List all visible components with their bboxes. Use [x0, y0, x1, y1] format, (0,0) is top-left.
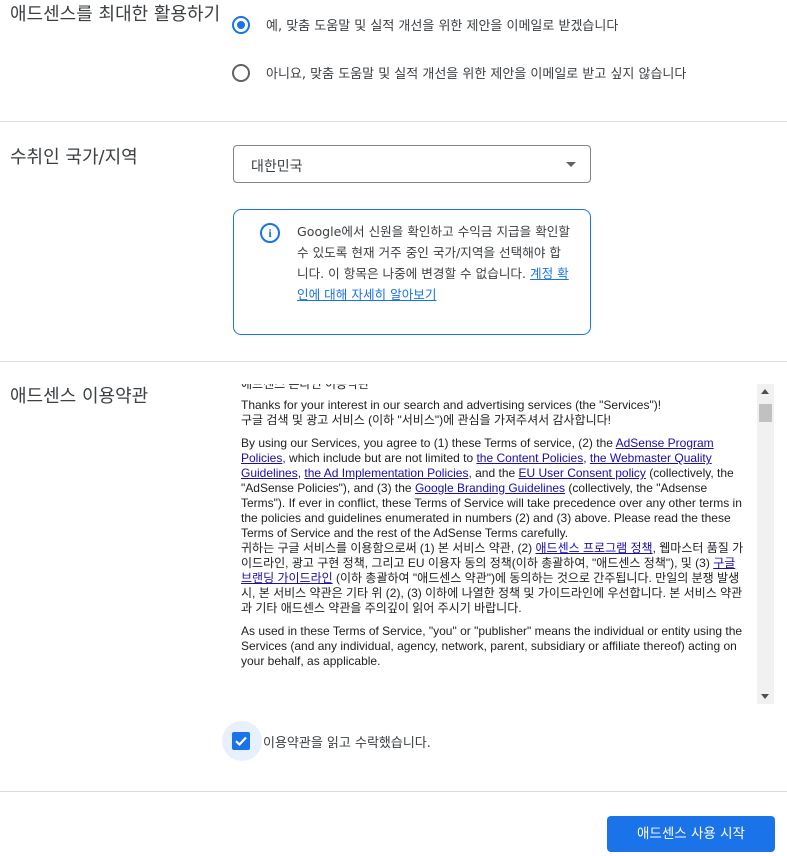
start-adsense-button[interactable]: 애드센스 사용 시작: [607, 816, 775, 852]
info-icon: i: [260, 223, 280, 243]
terms-text: , which include but are not limited to: [282, 451, 477, 465]
radio-unselected-icon[interactable]: [232, 63, 250, 82]
terms-scrollbar[interactable]: [757, 384, 774, 704]
country-info-text: Google에서 신원을 확인하고 수익금 지급을 확인할 수 있도록 현재 거…: [297, 221, 572, 305]
terms-intro-ko: 구글 검색 및 광고 서비스 (이하 "서비스")에 관심을 가져주셔서 감사합…: [241, 413, 612, 427]
scroll-down-arrow-icon[interactable]: [761, 694, 769, 699]
content-policies-link[interactable]: the Content Policies: [476, 451, 583, 465]
terms-text: , and the: [468, 466, 519, 480]
country-info-box: i Google에서 신원을 확인하고 수익금 지급을 확인할 수 있도록 현재…: [233, 209, 591, 335]
radio-yes-label[interactable]: 예, 맞춤 도움말 및 실적 개선을 위한 제안을 이메일로 받겠습니다: [266, 15, 618, 34]
ad-implementation-policies-link[interactable]: the Ad Implementation Policies: [304, 466, 468, 480]
terms-intro: Thanks for your interest in our search a…: [241, 398, 747, 428]
checkmark-icon: [235, 736, 247, 747]
radio-no-label[interactable]: 아니요, 맞춤 도움말 및 실적 개선을 위한 제안을 이메일로 받고 싶지 않…: [266, 63, 686, 82]
scroll-up-arrow-icon[interactable]: [761, 389, 769, 394]
country-section-title: 수취인 국가/지역: [10, 147, 138, 168]
terms-paragraph-en: By using our Services, you agree to (1) …: [241, 436, 747, 541]
email-opt-in-radio-yes[interactable]: 예, 맞춤 도움말 및 실적 개선을 위한 제안을 이메일로 받겠습니다: [232, 15, 618, 34]
radio-selected-icon[interactable]: [232, 15, 250, 34]
section-divider: [0, 121, 787, 122]
terms-paragraph-definitions: As used in these Terms of Service, "you"…: [241, 624, 743, 668]
terms-text: By using our Services, you agree to (1) …: [241, 436, 616, 450]
section-divider: [0, 361, 787, 362]
email-opt-in-radio-no[interactable]: 아니요, 맞춤 도움말 및 실적 개선을 위한 제안을 이메일로 받고 싶지 않…: [232, 63, 686, 82]
terms-scroll-frame[interactable]: 애드센스 온라인 이용약관 Thanks for your interest i…: [233, 384, 774, 704]
terms-text: ,: [583, 451, 590, 465]
country-select[interactable]: 대한민국: [233, 145, 591, 183]
terms-partial-heading: 애드센스 온라인 이용약관: [241, 384, 370, 391]
agree-terms-checkbox[interactable]: [232, 732, 250, 750]
agree-terms-label[interactable]: 이용약관을 읽고 수락했습니다.: [263, 732, 431, 751]
terms-text: 귀하는 구글 서비스를 이용함으로써 (1) 본 서비스 약관, (2): [241, 541, 536, 555]
scrollbar-thumb[interactable]: [759, 404, 772, 422]
adsense-program-policies-ko-link[interactable]: 애드센스 프로그램 정책: [536, 541, 653, 555]
terms-content: 애드센스 온라인 이용약관 Thanks for your interest i…: [241, 384, 747, 677]
country-select-value[interactable]: 대한민국: [251, 156, 303, 176]
terms-paragraph-ko: 귀하는 구글 서비스를 이용함으로써 (1) 본 서비스 약관, (2) 애드센…: [241, 541, 747, 616]
optimize-section-title: 애드센스를 최대한 활용하기: [10, 4, 221, 25]
eu-user-consent-policy-link[interactable]: EU User Consent policy: [519, 466, 646, 480]
section-divider: [0, 791, 787, 792]
terms-intro-en: Thanks for your interest in our search a…: [241, 398, 662, 412]
google-branding-guidelines-link[interactable]: Google Branding Guidelines: [415, 481, 565, 495]
terms-section-title: 애드센스 이용약관: [10, 386, 149, 407]
dropdown-arrow-icon[interactable]: [566, 162, 576, 167]
